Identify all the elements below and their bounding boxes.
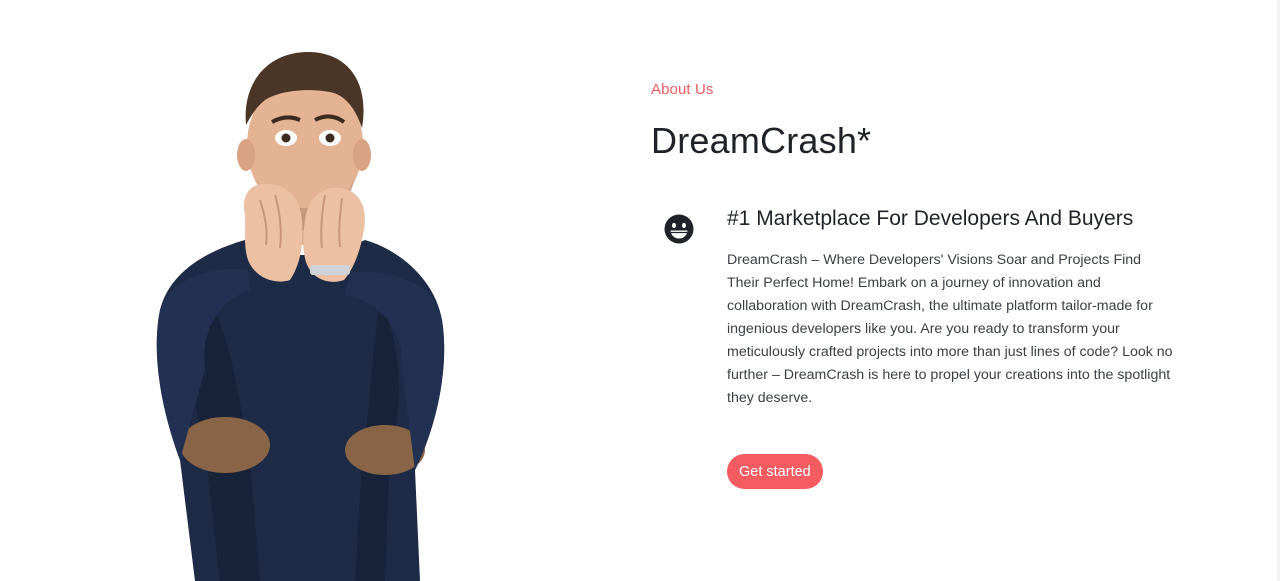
feature-title: #1 Marketplace For Developers And Buyers <box>727 207 1134 230</box>
laughing-face-icon <box>663 213 695 245</box>
section-eyebrow: About Us <box>651 81 714 98</box>
section-title: DreamCrash* <box>651 120 872 161</box>
person-image <box>156 52 445 581</box>
about-section: About Us DreamCrash* #1 Marketplace For … <box>0 0 1280 581</box>
get-started-button[interactable]: Get started <box>727 454 823 489</box>
nervous-man-illustration <box>150 40 460 581</box>
feature-description: DreamCrash – Where Developers' Visions S… <box>727 252 1173 406</box>
